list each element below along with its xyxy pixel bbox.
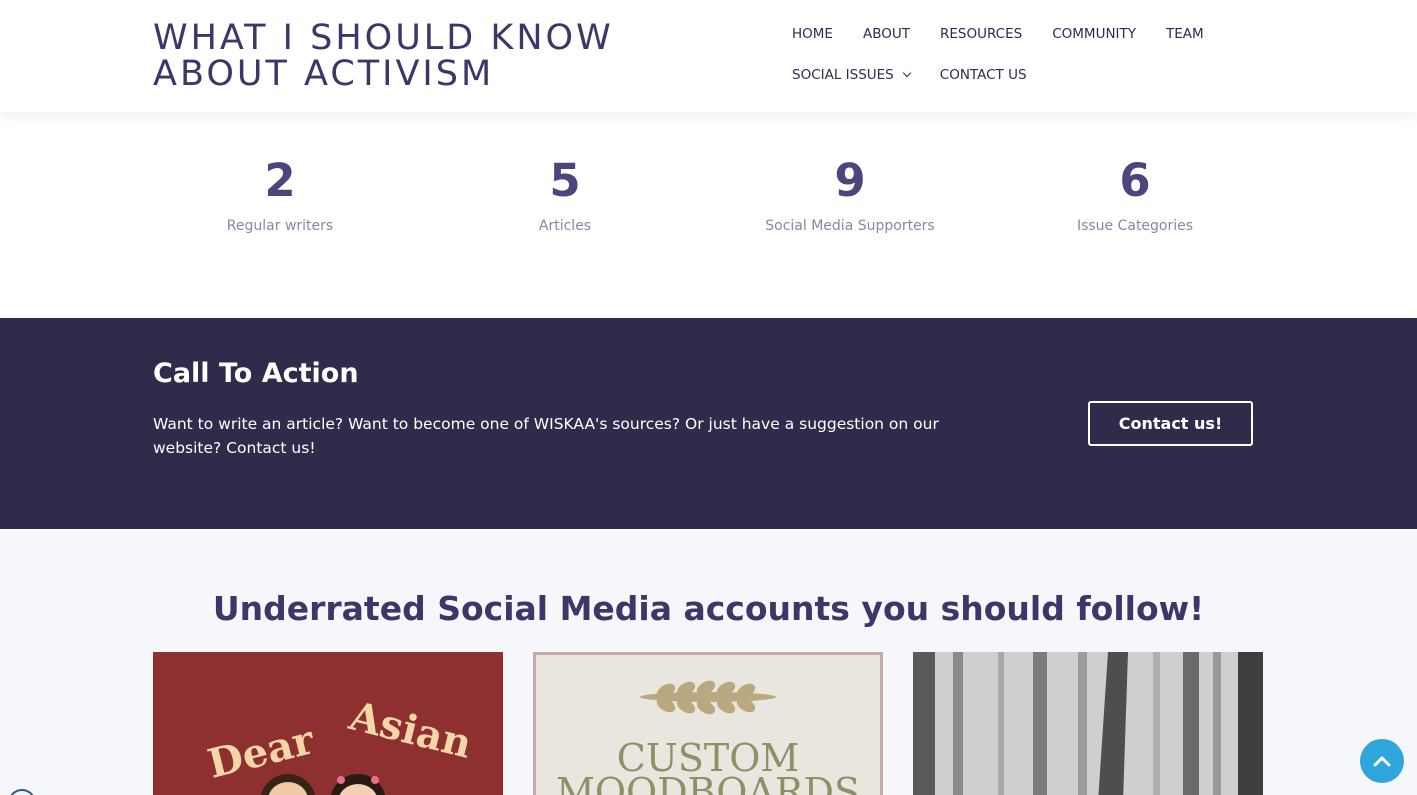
stat-social-media-supporters: 9 Social Media Supporters <box>730 154 970 234</box>
cta-title: Call To Action <box>153 358 359 389</box>
social-card-forest[interactable] <box>913 652 1263 795</box>
scroll-to-top-button[interactable] <box>1360 739 1404 783</box>
cta-text: Want to write an article? Want to become… <box>153 415 939 457</box>
chevron-down-icon <box>902 68 912 78</box>
stat-articles: 5 Articles <box>445 154 685 234</box>
social-heading: Underrated Social Media accounts you sho… <box>212 589 1205 628</box>
nav-about[interactable]: ABOUT <box>863 24 910 44</box>
misty-forest-image <box>913 652 1263 795</box>
stat-value: 6 <box>1119 154 1151 207</box>
main-nav: HOME ABOUT RESOURCES COMMUNITY TEAM SOCI… <box>792 24 1252 85</box>
stat-label: Issue Categories <box>1076 218 1194 234</box>
nav-team-label: TEAM <box>1166 26 1204 42</box>
nav-home[interactable]: HOME <box>792 24 833 44</box>
card-image-text: MOODBOARDS <box>556 770 860 795</box>
stat-value: 2 <box>264 154 296 207</box>
nav-resources[interactable]: RESOURCES <box>940 24 1022 44</box>
call-to-action-section: Call To Action Want to write an article?… <box>0 318 1417 529</box>
nav-about-label: ABOUT <box>862 26 910 42</box>
site-title[interactable]: WHAT I SHOULD KNOW ABOUT ACTIVISM <box>153 20 713 92</box>
stat-label: Articles <box>538 218 592 234</box>
nav-social-issues-label: SOCIAL ISSUES <box>792 67 894 83</box>
stat-issue-categories: 6 Issue Categories <box>1015 154 1255 234</box>
stats-section: 2 Regular writers 5 Articles 9 Social Me… <box>0 112 1417 318</box>
stat-label: Social Media Supporters <box>765 218 935 234</box>
nav-social-issues[interactable]: SOCIAL ISSUES <box>792 65 912 85</box>
nav-contact-us[interactable]: CONTACT US <box>940 65 1027 85</box>
nav-community-label: COMMUNITY <box>1052 26 1137 42</box>
nav-contact-us-label: CONTACT US <box>939 67 1027 83</box>
nav-team[interactable]: TEAM <box>1166 24 1204 44</box>
nav-community[interactable]: COMMUNITY <box>1052 24 1136 44</box>
nav-home-label: HOME <box>792 26 833 42</box>
stat-regular-writers: 2 Regular writers <box>160 154 400 234</box>
nav-resources-label: RESOURCES <box>939 26 1023 42</box>
social-card-dear-asian[interactable]: Dear Asian <box>153 652 503 795</box>
stat-value: 9 <box>834 154 866 207</box>
chevron-up-icon <box>1373 756 1391 767</box>
dear-asian-image: Dear Asian <box>153 652 503 795</box>
stat-label: Regular writers <box>226 218 334 234</box>
stat-value: 5 <box>549 154 581 207</box>
site-header: WHAT I SHOULD KNOW ABOUT ACTIVISM HOME A… <box>0 0 1417 112</box>
contact-us-button[interactable]: Contact us! <box>1088 401 1253 446</box>
social-card-custom-moodboards[interactable]: CUSTOM MOODBOARDS <box>533 652 883 795</box>
social-media-section: Underrated Social Media accounts you sho… <box>0 529 1417 795</box>
custom-moodboards-image: CUSTOM MOODBOARDS <box>536 655 880 795</box>
